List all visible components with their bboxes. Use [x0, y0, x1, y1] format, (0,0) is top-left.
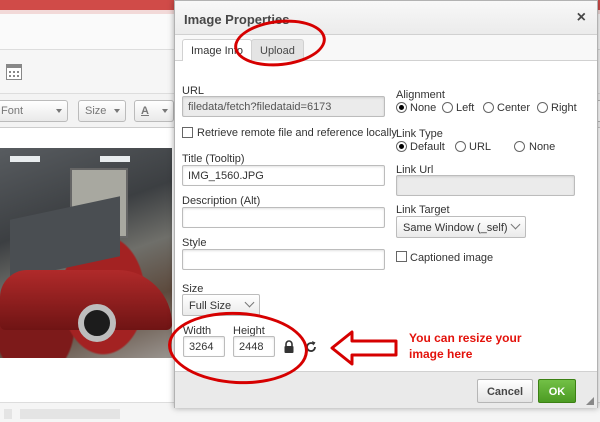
title-label: Title (Tooltip)	[182, 153, 245, 165]
link-url-radio[interactable]	[455, 141, 466, 152]
retrieve-remote-label: Retrieve remote file and reference local…	[197, 127, 397, 139]
align-left-label: Left	[456, 102, 475, 114]
annotation-line-2: image here	[409, 347, 473, 361]
align-center-label: Center	[497, 102, 531, 114]
ok-button[interactable]: OK	[538, 379, 576, 403]
text-color-combo[interactable]: A	[134, 100, 174, 122]
size-select-value: Full Size	[189, 300, 232, 312]
link-none-radio[interactable]	[514, 141, 525, 152]
captioned-checkbox[interactable]	[396, 251, 407, 262]
size-combo[interactable]: Size	[78, 100, 126, 122]
link-default-radio[interactable]	[396, 141, 407, 152]
align-right-label: Right	[551, 102, 577, 114]
font-combo-label: Font	[1, 105, 24, 117]
align-right-radio[interactable]	[537, 102, 548, 113]
close-icon[interactable]: ×	[577, 9, 586, 27]
link-url-option-label: URL	[469, 141, 492, 153]
chevron-down-icon	[244, 297, 255, 308]
align-left-radio[interactable]	[442, 102, 453, 113]
car-wheel	[78, 304, 116, 342]
status-seg	[20, 409, 120, 419]
link-target-value: Same Window (_self)	[403, 222, 508, 234]
link-type-label: Link Type	[396, 128, 443, 140]
link-none-label: None	[529, 141, 556, 153]
link-url-field[interactable]	[396, 175, 575, 196]
arrow-left-icon	[330, 330, 398, 366]
chevron-down-icon	[114, 109, 120, 113]
embedded-car-photo[interactable]	[0, 148, 172, 358]
engine-bay	[10, 196, 120, 280]
chevron-down-icon	[56, 109, 62, 113]
captioned-label: Captioned image	[410, 252, 494, 264]
status-seg	[4, 409, 12, 419]
link-target-select[interactable]: Same Window (_self)	[396, 216, 526, 238]
text-color-label: A	[141, 105, 149, 117]
style-label: Style	[182, 237, 207, 249]
align-none-label: None	[410, 102, 437, 114]
alignment-label: Alignment	[396, 89, 445, 101]
retrieve-remote-checkbox[interactable]	[182, 127, 193, 138]
style-field[interactable]	[182, 249, 385, 270]
url-field[interactable]: filedata/fetch?filedataid=6173	[182, 96, 385, 117]
align-center-radio[interactable]	[483, 102, 494, 113]
link-default-label: Default	[410, 141, 445, 153]
calendar-icon[interactable]	[6, 64, 22, 80]
annotation-text: You can resize your image here	[409, 330, 521, 362]
annotation-line-1: You can resize your	[409, 331, 522, 345]
cancel-button[interactable]: Cancel	[477, 379, 533, 403]
chevron-down-icon	[162, 109, 168, 113]
description-field[interactable]	[182, 207, 385, 228]
link-target-label: Link Target	[396, 204, 450, 216]
ceiling-light	[10, 156, 40, 162]
font-combo[interactable]: Font	[0, 100, 68, 122]
chevron-down-icon	[510, 219, 521, 230]
dialog-title[interactable]: Image Properties	[175, 1, 597, 35]
size-combo-label: Size	[85, 105, 107, 117]
ceiling-light	[100, 156, 130, 162]
align-none-radio[interactable]	[396, 102, 407, 113]
description-label: Description (Alt)	[182, 195, 261, 207]
resize-grip-icon[interactable]	[586, 397, 594, 405]
title-field[interactable]: IMG_1560.JPG	[182, 165, 385, 186]
